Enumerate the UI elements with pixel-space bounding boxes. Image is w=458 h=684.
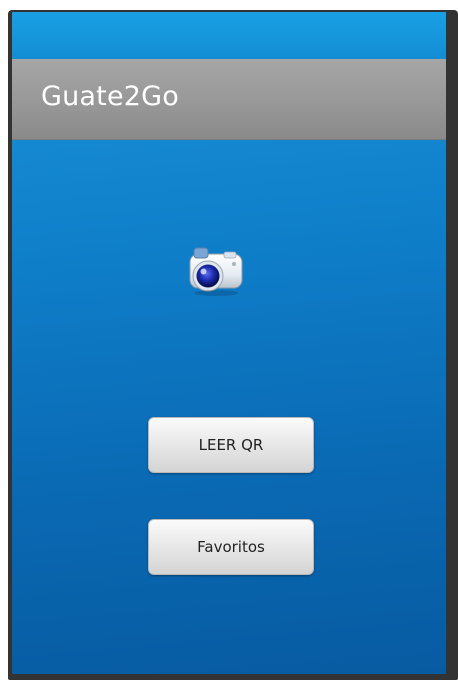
favorites-button[interactable]: Favoritos bbox=[148, 519, 314, 575]
app-title: Guate2Go bbox=[41, 81, 179, 112]
camera-icon[interactable] bbox=[184, 240, 248, 300]
status-bar bbox=[12, 12, 446, 59]
app-screen: Guate2Go LEER QR Favoritos bbox=[12, 12, 446, 674]
camera-icon-graphic bbox=[189, 247, 243, 296]
device: Guate2Go LEER QR Favoritos bbox=[0, 0, 458, 684]
title-bar: Guate2Go bbox=[12, 59, 446, 140]
read-qr-button[interactable]: LEER QR bbox=[148, 417, 314, 473]
